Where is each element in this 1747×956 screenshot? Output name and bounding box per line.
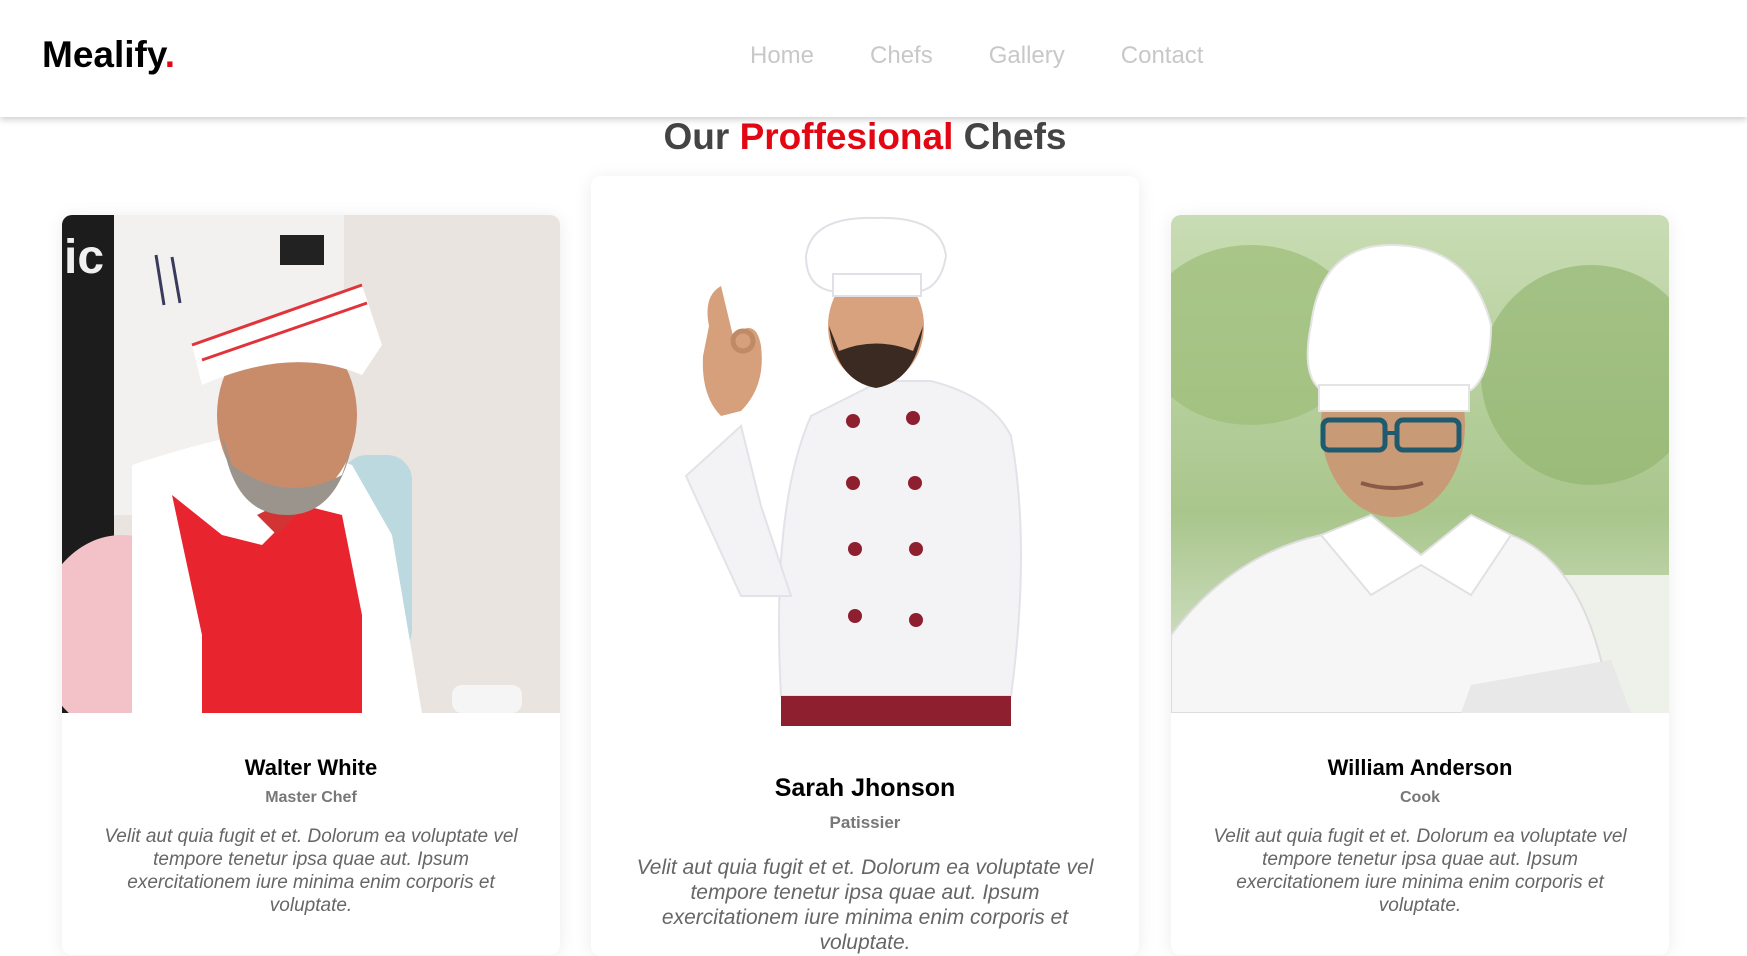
nav-link-chefs[interactable]: Chefs <box>870 41 933 71</box>
nav-link-gallery[interactable]: Gallery <box>989 41 1065 71</box>
site-header: Mealify. Home Chefs Gallery Contact <box>0 0 1747 117</box>
section-title-before: Our <box>663 116 730 157</box>
nav-link-home[interactable]: Home <box>750 41 814 71</box>
brand-logo[interactable]: Mealify. <box>42 33 175 77</box>
chef-role: Master Chef <box>265 789 357 806</box>
main-nav: Home Chefs Gallery Contact <box>750 41 1203 71</box>
chef-photo-ok-gesture <box>591 176 1139 726</box>
brand-dot: . <box>164 34 175 75</box>
chef-card: Sarah Jhonson Patissier Velit aut quia f… <box>591 176 1139 956</box>
chef-description: Velit aut quia fugit et et. Dolorum ea v… <box>636 856 1094 954</box>
chef-role: Cook <box>1400 789 1440 806</box>
nav-link-contact[interactable]: Contact <box>1121 41 1204 71</box>
chef-photo-red-apron: ic <box>62 215 560 713</box>
svg-text:ic: ic <box>64 231 104 284</box>
chef-card: William Anderson Cook Velit aut quia fug… <box>1171 215 1669 955</box>
brand-name: Mealify <box>42 34 165 75</box>
chef-description: Velit aut quia fugit et et. Dolorum ea v… <box>1213 826 1627 916</box>
section-title: Our Proffesional Chefs <box>0 114 1730 160</box>
chef-name: William Anderson <box>1327 755 1513 780</box>
chef-name: Walter White <box>244 755 378 780</box>
chef-photo-glasses <box>1171 215 1669 713</box>
chef-card: ic Walter White Master Chef Velit aut qu… <box>62 215 560 955</box>
chef-name: Sarah Jhonson <box>774 774 956 802</box>
chef-description: Velit aut quia fugit et et. Dolorum ea v… <box>104 826 518 916</box>
chef-role: Patissier <box>829 813 901 832</box>
section-title-accent: Proffesional <box>739 116 954 157</box>
section-title-after: Chefs <box>963 116 1067 157</box>
